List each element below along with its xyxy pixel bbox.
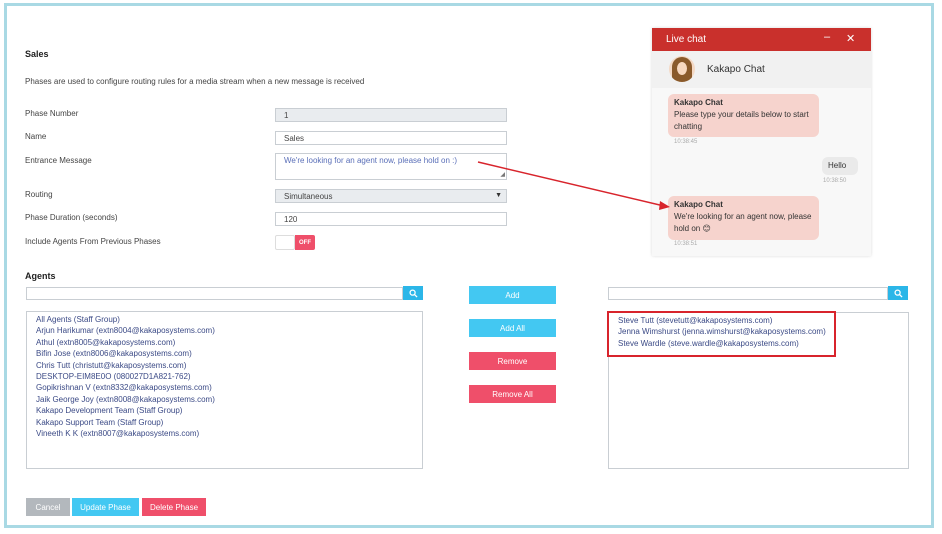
- annotation-arrow: [477, 161, 670, 210]
